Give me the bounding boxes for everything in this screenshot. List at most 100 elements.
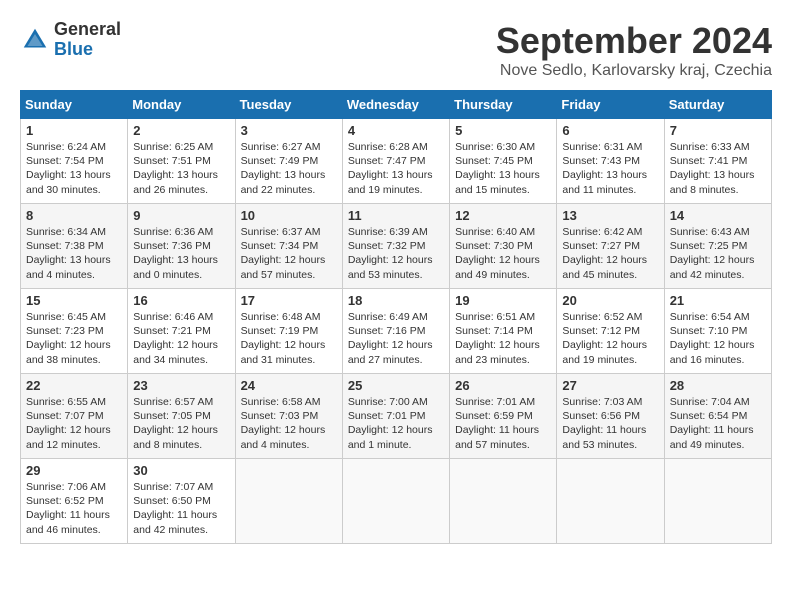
day-info: Sunrise: 6:30 AM Sunset: 7:45 PM Dayligh… xyxy=(455,140,551,197)
day-info: Sunrise: 6:49 AM Sunset: 7:16 PM Dayligh… xyxy=(348,310,444,367)
calendar-cell: 26 Sunrise: 7:01 AM Sunset: 6:59 PM Dayli… xyxy=(450,374,557,459)
weekday-header: Friday xyxy=(557,91,664,119)
day-info: Sunrise: 7:03 AM Sunset: 6:56 PM Dayligh… xyxy=(562,395,658,452)
calendar-cell: 23Sunrise: 6:57 AM Sunset: 7:05 PM Dayli… xyxy=(128,374,235,459)
weekday-header: Thursday xyxy=(450,91,557,119)
day-info: Sunrise: 7:01 AM Sunset: 6:59 PM Dayligh… xyxy=(455,395,551,452)
day-number: 16 xyxy=(133,293,229,308)
day-info: Sunrise: 6:28 AM Sunset: 7:47 PM Dayligh… xyxy=(348,140,444,197)
calendar-cell xyxy=(557,459,664,544)
calendar-row: 22Sunrise: 6:55 AM Sunset: 7:07 PM Dayli… xyxy=(21,374,772,459)
day-number: 13 xyxy=(562,208,658,223)
day-number: 12 xyxy=(455,208,551,223)
calendar-cell: 15Sunrise: 6:45 AM Sunset: 7:23 PM Dayli… xyxy=(21,289,128,374)
day-number: 26 xyxy=(455,378,551,393)
day-number: 20 xyxy=(562,293,658,308)
day-number: 25 xyxy=(348,378,444,393)
day-info: Sunrise: 6:45 AM Sunset: 7:23 PM Dayligh… xyxy=(26,310,122,367)
day-number: 3 xyxy=(241,123,337,138)
calendar-cell: 12 Sunrise: 6:40 AM Sunset: 7:30 PM Dayli… xyxy=(450,204,557,289)
day-info: Sunrise: 6:54 AM Sunset: 7:10 PM Dayligh… xyxy=(670,310,766,367)
calendar-cell: 14 Sunrise: 6:43 AM Sunset: 7:25 PM Dayli… xyxy=(664,204,771,289)
calendar-cell: 30 Sunrise: 7:07 AM Sunset: 6:50 PM Dayli… xyxy=(128,459,235,544)
day-info: Sunrise: 6:39 AM Sunset: 7:32 PM Dayligh… xyxy=(348,225,444,282)
calendar-cell: 3 Sunrise: 6:27 AM Sunset: 7:49 PM Daylig… xyxy=(235,119,342,204)
calendar-cell: 7 Sunrise: 6:33 AM Sunset: 7:41 PM Daylig… xyxy=(664,119,771,204)
calendar-table: SundayMondayTuesdayWednesdayThursdayFrid… xyxy=(20,90,772,544)
logo: General Blue xyxy=(20,20,121,60)
day-info: Sunrise: 6:25 AM Sunset: 7:51 PM Dayligh… xyxy=(133,140,229,197)
weekday-header: Monday xyxy=(128,91,235,119)
day-info: Sunrise: 6:58 AM Sunset: 7:03 PM Dayligh… xyxy=(241,395,337,452)
logo-general-text: General xyxy=(54,20,121,40)
calendar-cell: 2Sunrise: 6:25 AM Sunset: 7:51 PM Daylig… xyxy=(128,119,235,204)
calendar-cell: 28 Sunrise: 7:04 AM Sunset: 6:54 PM Dayli… xyxy=(664,374,771,459)
day-info: Sunrise: 7:04 AM Sunset: 6:54 PM Dayligh… xyxy=(670,395,766,452)
calendar-cell: 25 Sunrise: 7:00 AM Sunset: 7:01 PM Dayli… xyxy=(342,374,449,459)
calendar-header-row: SundayMondayTuesdayWednesdayThursdayFrid… xyxy=(21,91,772,119)
day-info: Sunrise: 6:52 AM Sunset: 7:12 PM Dayligh… xyxy=(562,310,658,367)
calendar-cell: 29 Sunrise: 7:06 AM Sunset: 6:52 PM Dayli… xyxy=(21,459,128,544)
day-info: Sunrise: 6:51 AM Sunset: 7:14 PM Dayligh… xyxy=(455,310,551,367)
calendar-cell xyxy=(450,459,557,544)
calendar-cell xyxy=(342,459,449,544)
day-number: 1 xyxy=(26,123,122,138)
day-number: 19 xyxy=(455,293,551,308)
logo-blue-text: Blue xyxy=(54,40,121,60)
month-year: September 2024 xyxy=(496,20,772,62)
calendar-row: 1Sunrise: 6:24 AM Sunset: 7:54 PM Daylig… xyxy=(21,119,772,204)
day-number: 29 xyxy=(26,463,122,478)
day-info: Sunrise: 7:00 AM Sunset: 7:01 PM Dayligh… xyxy=(348,395,444,452)
calendar-row: 29 Sunrise: 7:06 AM Sunset: 6:52 PM Dayli… xyxy=(21,459,772,544)
calendar-cell: 5 Sunrise: 6:30 AM Sunset: 7:45 PM Daylig… xyxy=(450,119,557,204)
weekday-header: Tuesday xyxy=(235,91,342,119)
weekday-header: Saturday xyxy=(664,91,771,119)
calendar-cell: 9Sunrise: 6:36 AM Sunset: 7:36 PM Daylig… xyxy=(128,204,235,289)
day-number: 10 xyxy=(241,208,337,223)
calendar-cell xyxy=(664,459,771,544)
day-info: Sunrise: 6:43 AM Sunset: 7:25 PM Dayligh… xyxy=(670,225,766,282)
calendar-row: 8 Sunrise: 6:34 AM Sunset: 7:38 PM Daylig… xyxy=(21,204,772,289)
day-info: Sunrise: 6:27 AM Sunset: 7:49 PM Dayligh… xyxy=(241,140,337,197)
calendar-cell: 24 Sunrise: 6:58 AM Sunset: 7:03 PM Dayli… xyxy=(235,374,342,459)
day-info: Sunrise: 6:33 AM Sunset: 7:41 PM Dayligh… xyxy=(670,140,766,197)
day-info: Sunrise: 6:36 AM Sunset: 7:36 PM Dayligh… xyxy=(133,225,229,282)
day-number: 27 xyxy=(562,378,658,393)
day-info: Sunrise: 6:42 AM Sunset: 7:27 PM Dayligh… xyxy=(562,225,658,282)
page-header: General Blue September 2024 Nove Sedlo, … xyxy=(20,20,772,80)
day-info: Sunrise: 6:55 AM Sunset: 7:07 PM Dayligh… xyxy=(26,395,122,452)
logo-text: General Blue xyxy=(54,20,121,60)
day-number: 28 xyxy=(670,378,766,393)
calendar-cell: 27 Sunrise: 7:03 AM Sunset: 6:56 PM Dayli… xyxy=(557,374,664,459)
day-info: Sunrise: 7:07 AM Sunset: 6:50 PM Dayligh… xyxy=(133,480,229,537)
calendar-cell xyxy=(235,459,342,544)
day-number: 18 xyxy=(348,293,444,308)
day-number: 7 xyxy=(670,123,766,138)
day-info: Sunrise: 6:46 AM Sunset: 7:21 PM Dayligh… xyxy=(133,310,229,367)
calendar-cell: 1Sunrise: 6:24 AM Sunset: 7:54 PM Daylig… xyxy=(21,119,128,204)
day-info: Sunrise: 6:34 AM Sunset: 7:38 PM Dayligh… xyxy=(26,225,122,282)
day-number: 24 xyxy=(241,378,337,393)
day-info: Sunrise: 6:37 AM Sunset: 7:34 PM Dayligh… xyxy=(241,225,337,282)
day-number: 8 xyxy=(26,208,122,223)
day-number: 6 xyxy=(562,123,658,138)
weekday-header: Wednesday xyxy=(342,91,449,119)
day-number: 23 xyxy=(133,378,229,393)
day-number: 4 xyxy=(348,123,444,138)
calendar-cell: 19 Sunrise: 6:51 AM Sunset: 7:14 PM Dayli… xyxy=(450,289,557,374)
logo-icon xyxy=(20,25,50,55)
calendar-cell: 16 Sunrise: 6:46 AM Sunset: 7:21 PM Dayli… xyxy=(128,289,235,374)
calendar-cell: 17Sunrise: 6:48 AM Sunset: 7:19 PM Dayli… xyxy=(235,289,342,374)
calendar-cell: 22Sunrise: 6:55 AM Sunset: 7:07 PM Dayli… xyxy=(21,374,128,459)
day-number: 30 xyxy=(133,463,229,478)
calendar-row: 15Sunrise: 6:45 AM Sunset: 7:23 PM Dayli… xyxy=(21,289,772,374)
day-info: Sunrise: 6:48 AM Sunset: 7:19 PM Dayligh… xyxy=(241,310,337,367)
day-info: Sunrise: 6:40 AM Sunset: 7:30 PM Dayligh… xyxy=(455,225,551,282)
day-number: 5 xyxy=(455,123,551,138)
day-info: Sunrise: 6:31 AM Sunset: 7:43 PM Dayligh… xyxy=(562,140,658,197)
calendar-cell: 13 Sunrise: 6:42 AM Sunset: 7:27 PM Dayli… xyxy=(557,204,664,289)
day-number: 14 xyxy=(670,208,766,223)
calendar-cell: 21Sunrise: 6:54 AM Sunset: 7:10 PM Dayli… xyxy=(664,289,771,374)
calendar-cell: 6 Sunrise: 6:31 AM Sunset: 7:43 PM Daylig… xyxy=(557,119,664,204)
day-info: Sunrise: 7:06 AM Sunset: 6:52 PM Dayligh… xyxy=(26,480,122,537)
